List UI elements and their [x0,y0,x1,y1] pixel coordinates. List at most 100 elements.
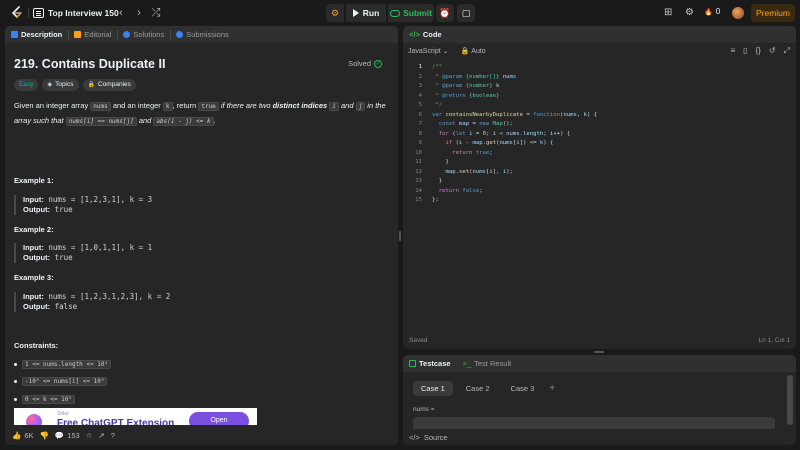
inline-code: nums[i] == nums[j] [65,117,137,126]
topics-button[interactable]: ◈ Topics [42,79,79,91]
favorite-button[interactable]: ☆ [86,431,93,440]
submit-button[interactable]: Submit [388,4,434,22]
horizontal-resize-handle[interactable] [594,351,604,353]
reset-icon[interactable]: ↺ [769,46,776,56]
example-output: true [54,253,73,262]
divider [68,30,70,39]
code-line[interactable]: 9 if (i - map.get(nums[i]) <= k) { [403,139,554,149]
output-label: Output: [23,253,51,262]
tag-icon: ◈ [47,82,53,88]
code-line[interactable]: 11 } [403,158,449,168]
prev-problem-icon[interactable]: ‹ [114,6,128,20]
shuffle-icon[interactable]: ⤮ [149,6,163,20]
fullscreen-icon[interactable]: ⤢ [784,46,790,56]
code-line[interactable]: 4 * @return {boolean} [403,92,500,102]
auto-mode[interactable]: 🔒 Auto [461,47,486,56]
saved-status: Saved [409,337,428,344]
tab-testcase[interactable]: Testcase [409,359,457,368]
code-text: */ [432,102,443,108]
code-line[interactable]: 8 for (let i = 0; i < nums.length; i++) … [403,130,571,140]
page-title[interactable]: 219. Contains Duplicate II [14,57,165,71]
settings-icon[interactable]: ⚙ [685,7,694,18]
star-icon: ☆ [85,430,93,440]
code-line[interactable]: 2 * @param {number[]} nums [403,73,517,83]
notes-icon[interactable]: ▢ [457,4,475,22]
line-number: 2 [418,73,422,80]
add-case-icon[interactable]: + [549,383,555,394]
braces-icon[interactable]: {} [756,46,761,56]
code-tab-bar: </> Code [403,26,796,43]
code-line[interactable]: 12 map.set(nums[i], i); [403,168,513,178]
next-problem-icon[interactable]: › [132,6,146,20]
code-editor[interactable]: 1/** 2 * @param {number[]} nums 3 * @param… [403,63,796,331]
line-number: 5 [418,102,422,108]
avatar[interactable] [732,7,744,19]
help-button[interactable]: ? [111,431,115,440]
timer-icon[interactable]: ⏰ [436,4,454,22]
vertical-resize-handle[interactable] [399,231,401,241]
bookmark-icon[interactable]: ▯ [743,46,747,56]
language-select[interactable]: JavaScript ⌄ [408,47,449,56]
premium-button[interactable]: Premium [751,4,795,22]
problem-list-icon[interactable] [33,8,44,18]
line-number: 10 [415,149,422,156]
case-tab-1[interactable]: Case 1 [413,381,453,396]
code-line[interactable]: 15}; [403,196,439,206]
example-block: Input: nums = [1,2,3,1], k = 3 Output: t… [14,195,152,215]
line-number: 11 [415,159,422,165]
test-tab-bar: Testcase >_ Test Result [403,355,796,372]
layout-icon[interactable]: ⊞ [664,7,672,18]
code-text: return false; [438,187,483,194]
debug-icon[interactable]: ⚙ [326,4,344,22]
like-button[interactable]: 👍 6K [12,431,34,440]
tab-editorial[interactable]: Editorial [74,30,117,39]
dislike-button[interactable]: 👎 [40,431,49,440]
line-number: 8 [418,130,422,137]
example-title: Example 3: [14,273,54,282]
code-line[interactable]: 1 /** [403,63,442,73]
code-panel: </> Code JavaScript ⌄ 🔒 Auto ≡ ▯ {} ↺ ⤢ … [403,26,796,349]
streak-counter[interactable]: 🔥 0 [704,7,720,16]
tab-test-result[interactable]: >_ Test Result [463,359,518,368]
tab-description[interactable]: Description [11,30,68,39]
tab-code[interactable]: </> Code [409,30,448,39]
line-number: 13 [415,178,422,184]
top-bar: Top Interview 150 ‹ › ⤮ ⚙ Run Submit ⏰ ▢… [0,0,800,26]
constraint-item: 1 <= nums.length <= 10⁵ [14,360,112,369]
problem-list-title[interactable]: Top Interview 150 [48,8,119,18]
case-tab-3[interactable]: Case 3 [503,381,543,396]
share-button[interactable]: ↗ [98,431,104,440]
constraint-item: 0 <= k <= 10⁵ [14,395,75,404]
cloud-upload-icon [390,9,401,17]
tab-label: Test Result [474,359,512,368]
tab-label: Submissions [186,30,229,39]
code-line[interactable]: 6 var containsNearbyDuplicate = function(… [403,111,597,121]
output-label: Output: [23,302,51,311]
companies-button[interactable]: 🔒 Companies [82,79,136,91]
comments-button[interactable]: 💬 153 [55,431,80,440]
case-tab-2[interactable]: Case 2 [458,381,498,396]
description-footer: 👍 6K 👎 💬 153 ☆ ↗ ? [5,425,398,445]
code-line[interactable]: 14 return false; [403,187,482,197]
run-button[interactable]: Run [346,4,386,22]
code-line[interactable]: 3 * @param {number} k [403,82,500,92]
example-block: Input: nums = [1,0,1,1], k = 1 Output: t… [14,243,152,263]
desc-text: . [213,116,216,125]
desc-bold: distinct indices [272,101,328,110]
format-icon[interactable]: ≡ [730,46,735,56]
streak-count: 0 [715,7,721,16]
code-line[interactable]: 5 */ [403,101,442,111]
divider [28,8,29,18]
code-line[interactable]: 13 } [403,177,442,187]
constraint-code: -10⁹ <= nums[i] <= 10⁹ [22,377,108,386]
code-line[interactable]: 10 return true; [403,149,492,159]
scrollbar[interactable] [787,375,793,425]
terminal-icon: >_ [462,359,472,368]
leetcode-logo-icon[interactable] [10,6,24,20]
tab-solutions[interactable]: Solutions [123,30,170,39]
source-bar[interactable]: </> Source [403,429,796,445]
topics-label: Topics [55,81,74,88]
tab-submissions[interactable]: Submissions [176,30,235,39]
code-line[interactable]: 7 const map = new Map(); [403,120,513,130]
desc-text: and [136,116,154,125]
